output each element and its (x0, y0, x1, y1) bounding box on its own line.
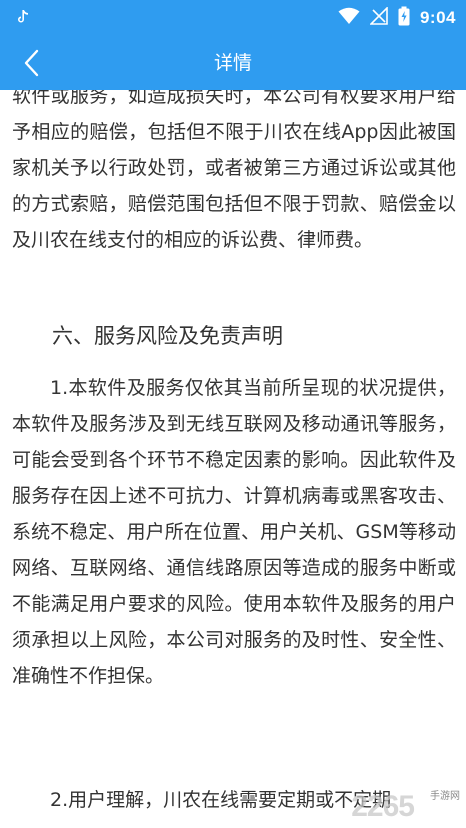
status-icons: 9:04 (338, 0, 456, 36)
tiktok-icon (14, 8, 32, 26)
app-bar: 详情 (0, 36, 466, 90)
article-paragraph-text: 1.本软件及服务仅依其当前所呈现的状况提供，本软件及服务涉及到无线互联网及移动通… (12, 377, 456, 687)
page-title: 详情 (213, 52, 252, 74)
signal-icon (369, 6, 388, 29)
watermark-brand: 2265 (351, 790, 415, 823)
article-content[interactable]: 软件或服务，如造成损失时，本公司有权要求用户给予相应的赔偿，包括但不限于川农在线… (0, 62, 466, 828)
article-paragraph: 1.本软件及服务仅依其当前所呈现的状况提供，本软件及服务涉及到无线互联网及移动通… (12, 370, 456, 694)
watermark-logo: 2265 手游网 (322, 784, 462, 824)
section-heading: 六、服务风险及免责声明 (52, 324, 283, 348)
status-bar: 9:04 (0, 0, 466, 36)
battery-icon (398, 6, 410, 30)
watermark-label: 手游网 (430, 791, 460, 802)
article-paragraph: 软件或服务，如造成损失时，本公司有权要求用户给予相应的赔偿，包括但不限于川农在线… (12, 85, 456, 251)
wifi-icon (338, 7, 360, 29)
status-time: 9:04 (419, 8, 456, 27)
